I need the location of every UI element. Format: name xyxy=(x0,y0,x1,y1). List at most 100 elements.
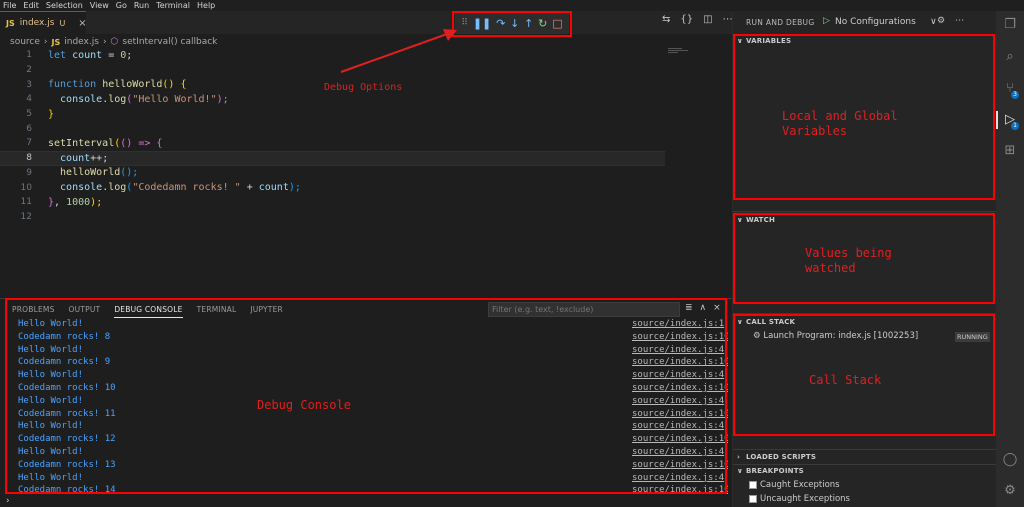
console-filter-input[interactable] xyxy=(488,302,680,317)
menu-edit[interactable]: Edit xyxy=(23,0,39,11)
section-loaded-scripts[interactable]: ›LOADED SCRIPTS xyxy=(737,453,816,461)
section-call-stack[interactable]: ∨CALL STACK xyxy=(737,318,795,326)
console-message: Hello World! xyxy=(18,447,83,457)
console-line: Codedamn rocks! 12source/index.js:10 xyxy=(0,434,728,447)
console-source-link[interactable]: source/index.js:4 xyxy=(632,421,724,431)
chevron-down-icon: ∨ xyxy=(930,17,937,27)
code-text: }, 1000); xyxy=(48,197,102,208)
step-into-icon[interactable]: ↓ xyxy=(510,18,519,29)
chevron-down-icon: ∨ xyxy=(737,216,746,224)
breadcrumb-symbol[interactable]: setInterval() callback xyxy=(122,37,217,47)
console-source-link[interactable]: source/index.js:10 xyxy=(632,460,728,470)
line-number: 10 xyxy=(0,183,32,193)
code-line[interactable]: 12 xyxy=(0,210,670,225)
console-source-link[interactable]: source/index.js:4 xyxy=(632,447,724,457)
split-editor-icon[interactable]: ◫ xyxy=(703,14,712,25)
console-source-link[interactable]: source/index.js:4 xyxy=(632,370,724,380)
debug-console-output[interactable]: Hello World! source/index.js:1 Codedamn ro… xyxy=(0,319,728,495)
minimap[interactable] xyxy=(668,48,690,60)
menu-go[interactable]: Go xyxy=(116,0,127,11)
call-stack-item[interactable]: ⚙ Launch Program: index.js [1002253] xyxy=(753,331,918,341)
pause-icon[interactable]: ❚❚ xyxy=(473,18,491,29)
code-line[interactable]: 6 xyxy=(0,121,670,136)
menu-help[interactable]: Help xyxy=(197,0,215,11)
tab-jupyter[interactable]: JUPYTER xyxy=(250,305,283,318)
menu-selection[interactable]: Selection xyxy=(46,0,83,11)
console-prompt-icon[interactable]: › xyxy=(6,496,10,506)
console-source-link[interactable]: source/index.js:10 xyxy=(632,383,728,393)
line-number: 2 xyxy=(0,65,32,75)
console-source-link[interactable]: source/index.js:10 xyxy=(632,357,728,367)
code-line[interactable]: 9 helloWorld(); xyxy=(0,166,670,181)
annotation-variables: Local and Global Variables xyxy=(782,109,898,139)
tab-index-js[interactable]: JS index.js U × xyxy=(0,11,86,34)
bottom-panel: PROBLEMS OUTPUT DEBUG CONSOLE TERMINAL J… xyxy=(0,298,732,496)
current-code-line[interactable]: 8 count++; xyxy=(0,151,665,166)
search-icon[interactable]: ⌕ xyxy=(1001,49,1019,64)
tab-terminal[interactable]: TERMINAL xyxy=(197,305,237,318)
section-divider xyxy=(733,449,996,450)
checkbox[interactable] xyxy=(749,481,757,489)
code-line[interactable]: 7 setInterval(() => { xyxy=(0,136,670,151)
code-line[interactable]: 4 console.log("Hello World!"); xyxy=(0,92,670,107)
code-line[interactable]: 11 }, 1000); xyxy=(0,195,670,210)
restart-icon[interactable]: ↻ xyxy=(538,18,547,29)
step-over-icon[interactable]: ↷ xyxy=(496,18,505,29)
console-source-link[interactable]: source/index.js:4 xyxy=(632,396,724,406)
breadcrumb-folder[interactable]: source xyxy=(10,37,40,47)
code-line[interactable]: 10 console.log("Codedamn rocks! " + coun… xyxy=(0,180,670,195)
console-source-link[interactable]: source/index.js:10 xyxy=(632,434,728,444)
section-variables[interactable]: ∨VARIABLES xyxy=(737,37,791,45)
menu-view[interactable]: View xyxy=(90,0,109,11)
activity-bar: ❐ ⌕ ⑂ 3 ▷ 1 ⊞ ◯ ⚙ xyxy=(996,11,1024,507)
code-line[interactable]: 5 } xyxy=(0,107,670,122)
tab-problems[interactable]: PROBLEMS xyxy=(12,305,55,318)
code-text: } xyxy=(48,109,54,120)
breakpoint-caught-exceptions[interactable]: Caught Exceptions xyxy=(749,480,840,490)
braces-icon[interactable]: {} xyxy=(680,14,693,25)
stop-icon[interactable]: □ xyxy=(552,18,562,29)
tab-output[interactable]: OUTPUT xyxy=(69,305,101,318)
console-source-link[interactable]: source/index.js:10 xyxy=(632,409,728,419)
close-icon[interactable]: × xyxy=(78,18,86,29)
untracked-badge: U xyxy=(59,19,65,28)
section-divider xyxy=(733,313,996,314)
chevron-down-icon: ∨ xyxy=(737,467,746,475)
console-source-link[interactable]: source/index.js:10 xyxy=(632,485,728,495)
maximize-panel-icon[interactable]: ∧ xyxy=(700,303,707,313)
console-source-link[interactable]: source/index.js:4 xyxy=(632,345,724,355)
console-line: Hello World!source/index.js:4 xyxy=(0,473,728,486)
close-panel-icon[interactable]: × xyxy=(713,303,721,313)
account-icon[interactable]: ◯ xyxy=(1001,452,1019,467)
tab-debug-console[interactable]: DEBUG CONSOLE xyxy=(114,305,182,318)
menu-file[interactable]: File xyxy=(3,0,16,11)
line-number: 3 xyxy=(0,80,32,90)
menu-terminal[interactable]: Terminal xyxy=(156,0,190,11)
gear-icon[interactable]: ⚙ xyxy=(937,16,945,26)
code-text: setInterval(() => { xyxy=(48,138,162,149)
word-wrap-icon[interactable]: ≣ xyxy=(685,303,693,313)
line-number: 4 xyxy=(0,94,32,104)
console-source-link[interactable]: source/index.js:4 xyxy=(632,473,724,483)
breakpoint-uncaught-exceptions[interactable]: Uncaught Exceptions xyxy=(749,494,850,504)
extensions-icon[interactable]: ⊞ xyxy=(1001,143,1019,158)
console-line: Codedamn rocks! 9source/index.js:10 xyxy=(0,357,728,370)
debug-toolbar: ⠿ ❚❚ ↷ ↓ ↑ ↻ □ xyxy=(455,12,569,34)
section-breakpoints[interactable]: ∨BREAKPOINTS xyxy=(737,467,804,475)
explorer-icon[interactable]: ❐ xyxy=(1001,17,1019,32)
launch-config-select[interactable]: No Configurations ∨ xyxy=(835,17,937,27)
section-divider xyxy=(733,464,996,465)
checkbox[interactable] xyxy=(749,495,757,503)
step-out-icon[interactable]: ↑ xyxy=(524,18,533,29)
more-actions-icon[interactable]: ⋯ xyxy=(955,16,964,26)
breadcrumb-file[interactable]: index.js xyxy=(64,37,99,47)
console-source-link[interactable]: source/index.js:10 xyxy=(632,332,728,342)
section-watch[interactable]: ∨WATCH xyxy=(737,216,775,224)
start-debugging-icon[interactable]: ▷ xyxy=(823,16,830,26)
compare-changes-icon[interactable]: ⇆ xyxy=(662,14,670,25)
scm-count-badge: 3 xyxy=(1011,91,1019,99)
chevron-down-icon: ∨ xyxy=(737,37,746,45)
settings-gear-icon[interactable]: ⚙ xyxy=(1001,483,1019,498)
console-source-link[interactable]: source/index.js:1 xyxy=(632,319,724,329)
menu-run[interactable]: Run xyxy=(134,0,149,11)
